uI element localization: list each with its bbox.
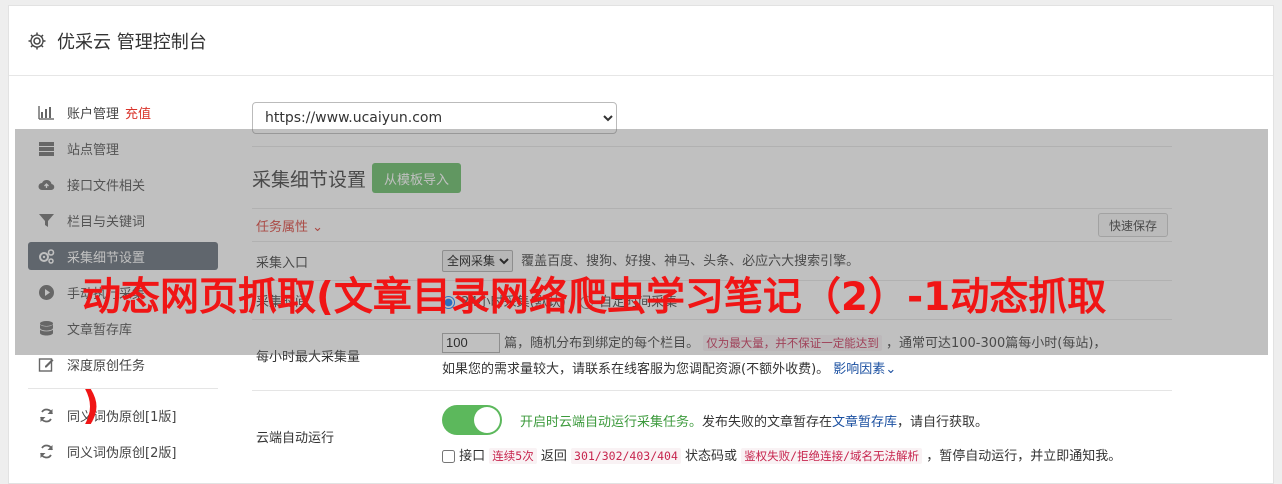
recharge-link[interactable]: 充值 <box>125 103 151 122</box>
cloud-text-2: ，请自行获取。 <box>897 414 989 430</box>
console-header: 优采云 管理控制台 <box>9 6 1273 76</box>
gear-icon <box>28 32 46 49</box>
overlay-title-paren: ) <box>82 384 100 429</box>
refresh-icon <box>40 444 53 458</box>
edit-icon <box>38 357 54 372</box>
row-cloud-run: 云端自动运行 开启时云端自动运行采集任务。 发布失败的文章暂存在 文章暂存库 ，… <box>252 390 1172 481</box>
sidebar-item-synonym-v1[interactable]: 同义词伪原创[1版] <box>28 401 218 429</box>
cloud-green-text: 开启时云端自动运行采集任务。 <box>520 414 703 430</box>
sidebar-item-synonym-v2[interactable]: 同义词伪原创[2版] <box>28 437 218 465</box>
sidebar-item-account[interactable]: 账户管理 充值 <box>28 98 218 126</box>
sidebar-item-label: 深度原创任务 <box>67 358 146 374</box>
bar-chart-icon <box>38 105 54 120</box>
cloud-text-4: 状态码或 <box>685 449 738 464</box>
sidebar-item-label: 账户管理 <box>67 106 120 122</box>
article-store-link[interactable]: 文章暂存库 <box>832 411 897 430</box>
max-text-3: 如果您的需求量较大，请联系在线客服为您调配资源(不额外收费)。 <box>442 362 830 377</box>
cloud-line-2: 接口 连续5次 返回 301/302/403/404 状态码或 鉴权失败/拒绝连… <box>442 446 1121 467</box>
code-auth-fail: 鉴权失败/拒绝连接/域名无法解析 <box>741 448 923 464</box>
code-status: 301/302/403/404 <box>571 448 681 464</box>
cloud-text-5: ，暂停自动运行，并立即通知我。 <box>926 449 1122 464</box>
pause-on-error-checkbox[interactable] <box>442 450 455 463</box>
sidebar-item-label: 同义词伪原创[2版] <box>67 445 177 461</box>
cloud-text-1: 发布失败的文章暂存在 <box>702 414 833 430</box>
cloud-run-toggle[interactable] <box>442 405 502 435</box>
row-content: 开启时云端自动运行采集任务。 发布失败的文章暂存在 文章暂存库 ，请自行获取。 … <box>442 391 1121 481</box>
influence-factors-label: 影响因素 <box>833 362 886 377</box>
refresh-icon <box>40 408 53 422</box>
overlay-title: 动态网页抓取(文章目录网络爬虫学习笔记（2）-1动态抓取 <box>82 275 1107 320</box>
page-title: 优采云 管理控制台 <box>57 31 207 53</box>
toggle-knob <box>474 407 500 433</box>
check-label: 接口 <box>459 449 486 464</box>
cloud-line-1: 开启时云端自动运行采集任务。 发布失败的文章暂存在 文章暂存库 ，请自行获取。 <box>442 404 1121 436</box>
chevron-down-icon: ⌄ <box>885 362 897 377</box>
row-label: 云端自动运行 <box>256 431 335 446</box>
code-consecutive: 连续5次 <box>489 448 537 464</box>
max-line-2: 如果您的需求量较大，请联系在线客服为您调配资源(不额外收费)。 影响因素⌄ <box>442 357 1106 383</box>
influence-factors-link[interactable]: 影响因素⌄ <box>833 362 896 377</box>
sidebar-divider <box>28 388 218 389</box>
cloud-text-3: 返回 <box>540 449 567 464</box>
